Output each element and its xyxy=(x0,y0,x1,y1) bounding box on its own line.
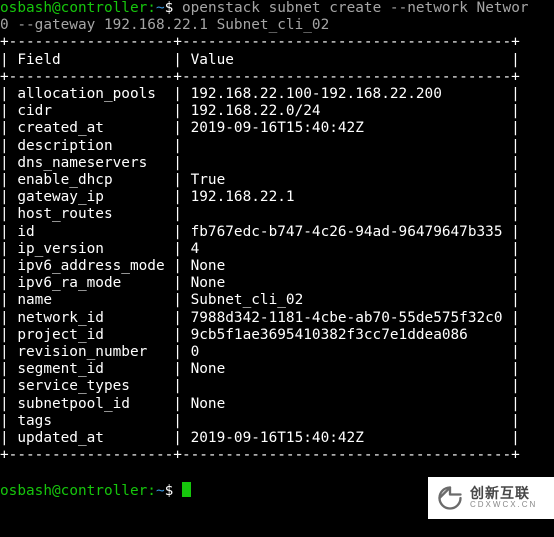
table-border-bottom: +-------------------+-------------------… xyxy=(0,447,520,463)
table-row: | ip_version | 4 | xyxy=(0,241,520,257)
table-row: | tags | | xyxy=(0,413,520,429)
table-row: | allocation_pools | 192.168.22.100-192.… xyxy=(0,86,520,102)
prompt-at: @ xyxy=(52,483,61,499)
table-row: | revision_number | 0 | xyxy=(0,344,520,360)
table-row: | updated_at | 2019-09-16T15:40:42Z | xyxy=(0,430,520,446)
prompt-path: ~ xyxy=(156,483,165,499)
prompt-colon: : xyxy=(147,483,156,499)
table-row: | cidr | 192.168.22.0/24 | xyxy=(0,103,520,119)
table-row: | ipv6_ra_mode | None | xyxy=(0,275,520,291)
prompt-path: ~ xyxy=(156,0,165,16)
table-row: | description | | xyxy=(0,138,520,154)
watermark-logo-icon xyxy=(436,484,464,512)
cursor-block[interactable] xyxy=(182,482,191,497)
table-row: | host_routes | | xyxy=(0,206,520,222)
table-row: | subnetpool_id | None | xyxy=(0,396,520,412)
prompt-host: controller xyxy=(61,483,148,499)
table-border-mid: +-------------------+-------------------… xyxy=(0,69,520,85)
prompt-host: controller xyxy=(61,0,148,16)
watermark-text-cn: 创新互联 xyxy=(470,486,537,501)
terminal-output[interactable]: osbash@controller:~$ openstack subnet cr… xyxy=(0,0,554,500)
table-row: | segment_id | None | xyxy=(0,361,520,377)
watermark-badge: 创新互联 CDXWCX.CN xyxy=(428,477,554,519)
prompt-colon: : xyxy=(147,0,156,16)
table-row: | created_at | 2019-09-16T15:40:42Z | xyxy=(0,120,520,136)
command-text-line2: 0 --gateway 192.168.22.1 Subnet_cli_02 xyxy=(0,17,329,33)
table-header-row: | Field | Value | xyxy=(0,52,520,68)
prompt-sigil: $ xyxy=(165,483,182,499)
table-row: | dns_nameservers | | xyxy=(0,155,520,171)
table-row: | enable_dhcp | True | xyxy=(0,172,520,188)
table-row: | gateway_ip | 192.168.22.1 | xyxy=(0,189,520,205)
prompt-user: osbash xyxy=(0,0,52,16)
prompt-sigil: $ xyxy=(165,0,182,16)
table-row: | id | fb767edc-b747-4c26-94ad-96479647b… xyxy=(0,224,520,240)
table-border-top: +-------------------+-------------------… xyxy=(0,34,520,50)
command-text-line1: openstack subnet create --network Networ xyxy=(182,0,529,16)
table-row: | name | Subnet_cli_02 | xyxy=(0,292,520,308)
table-row: | network_id | 7988d342-1181-4cbe-ab70-5… xyxy=(0,310,520,326)
table-row: | project_id | 9cb5f1ae3695410382f3cc7e1… xyxy=(0,327,520,343)
prompt-at: @ xyxy=(52,0,61,16)
table-row: | service_types | | xyxy=(0,378,520,394)
prompt-user: osbash xyxy=(0,483,52,499)
table-row: | ipv6_address_mode | None | xyxy=(0,258,520,274)
watermark-text-py: CDXWCX.CN xyxy=(470,501,537,509)
